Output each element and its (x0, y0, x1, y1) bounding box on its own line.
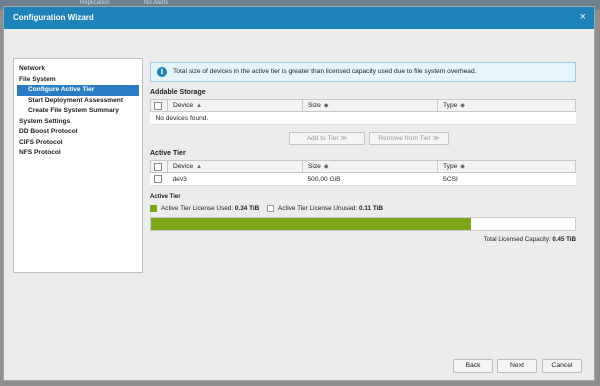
row-checkbox[interactable] (153, 175, 162, 183)
empty-message: No devices found. (150, 111, 576, 125)
capacity-legend: Active Tier License Used: 0.34 TiB Activ… (150, 204, 576, 215)
used-legend: Active Tier License Used: 0.34 TiB (161, 205, 259, 212)
table-row[interactable]: dev3 500.00 GiB SCSI (150, 172, 576, 186)
nav-item-cifs-protocol[interactable]: CIFS Protocol (17, 138, 139, 149)
dialog-title: Configuration Wizard (13, 13, 94, 22)
nav-item-nfs-protocol[interactable]: NFS Protocol (17, 148, 139, 159)
capacity-bar (150, 217, 576, 231)
sort-icon: ◆ (323, 164, 329, 170)
column-header-label: Size (308, 163, 321, 170)
type-cell: SCSI (437, 172, 576, 186)
select-all-cell (150, 160, 168, 173)
main-panel: i Total size of devices in the active ti… (150, 62, 576, 243)
device-cell: dev3 (167, 172, 303, 186)
total-licensed-capacity: Total Licensed Capacity: 0.45 TiB (150, 236, 576, 243)
next-button[interactable]: Next (497, 359, 537, 373)
select-all-cell (150, 99, 168, 112)
nav-item-create-file-system-summary[interactable]: Create File System Summary (17, 106, 139, 117)
capacity-section-label: Active Tier (150, 194, 181, 200)
table-row: No devices found. (150, 111, 576, 125)
column-header-size[interactable]: Size ◆ (302, 160, 438, 173)
column-header-size[interactable]: Size ◆ (302, 99, 438, 112)
used-value: 0.34 TiB (234, 205, 260, 212)
used-label: Active Tier License Used: (161, 205, 234, 212)
column-header-label: Device (173, 163, 194, 170)
unused-legend: Active Tier License Unused: 0.11 TiB (278, 205, 383, 212)
total-label: Total Licensed Capacity: (483, 236, 551, 243)
nav-item-network[interactable]: Network (17, 64, 139, 75)
nav-item-dd-boost-protocol[interactable]: DD Boost Protocol (17, 127, 139, 138)
sort-icon: ◆ (323, 103, 329, 109)
column-header-type[interactable]: Type ◆ (437, 160, 576, 173)
column-header-device[interactable]: Device ▲ (167, 160, 303, 173)
unused-label: Active Tier License Unused: (278, 205, 358, 212)
sort-icon: ◆ (460, 103, 465, 109)
unused-value: 0.11 TiB (359, 205, 384, 212)
size-cell: 500.00 GiB (302, 172, 438, 186)
column-header-label: Type (443, 102, 458, 109)
sort-icon: ◆ (460, 164, 465, 170)
capacity-used-fill (151, 218, 472, 230)
sort-ascending-icon: ▲ (196, 103, 203, 109)
info-banner: i Total size of devices in the active ti… (150, 62, 576, 82)
nav-item-system-settings[interactable]: System Settings (17, 117, 139, 128)
active-tier-table: Device ▲ Size ◆ Type ◆ dev3 500.00 GiB SCSI (150, 160, 576, 186)
select-all-checkbox[interactable] (154, 101, 162, 110)
dialog-titlebar: Configuration Wizard × (4, 7, 594, 29)
column-header-label: Type (443, 163, 458, 170)
wizard-step-nav: Network File System Configure Active Tie… (13, 58, 143, 273)
add-to-tier-button[interactable]: Add to Tier ≫ (289, 132, 365, 145)
addable-storage-table: Device ▲ Size ◆ Type ◆ No devices found. (150, 99, 576, 125)
column-header-device[interactable]: Device ▲ (167, 99, 303, 112)
nav-item-configure-active-tier[interactable]: Configure Active Tier (17, 85, 139, 96)
cancel-button[interactable]: Cancel (542, 359, 582, 373)
column-header-label: Device (173, 102, 194, 109)
select-all-checkbox[interactable] (154, 162, 162, 171)
addable-storage-title: Addable Storage (150, 89, 206, 96)
nav-item-start-deployment-assessment[interactable]: Start Deployment Assessment (17, 96, 139, 107)
close-icon[interactable]: × (580, 11, 586, 23)
remove-from-tier-button[interactable]: Remove from Tier ≫ (369, 132, 449, 145)
back-button[interactable]: Back (453, 359, 493, 373)
nav-item-file-system[interactable]: File System (17, 75, 139, 86)
tier-action-buttons: Add to Tier ≫ Remove from Tier ≫ (150, 130, 576, 148)
column-header-label: Size (308, 102, 321, 109)
table-header-row: Device ▲ Size ◆ Type ◆ (150, 99, 576, 112)
active-tier-title: Active Tier (150, 150, 186, 157)
info-icon: i (157, 67, 167, 77)
info-message: Total size of devices in the active tier… (173, 68, 477, 75)
unused-swatch (267, 205, 274, 212)
table-header-row: Device ▲ Size ◆ Type ◆ (150, 160, 576, 173)
total-value: 0.45 TiB (552, 236, 576, 243)
used-swatch (150, 205, 157, 212)
column-header-type[interactable]: Type ◆ (437, 99, 576, 112)
sort-ascending-icon: ▲ (196, 164, 203, 170)
row-select-cell (150, 172, 168, 186)
